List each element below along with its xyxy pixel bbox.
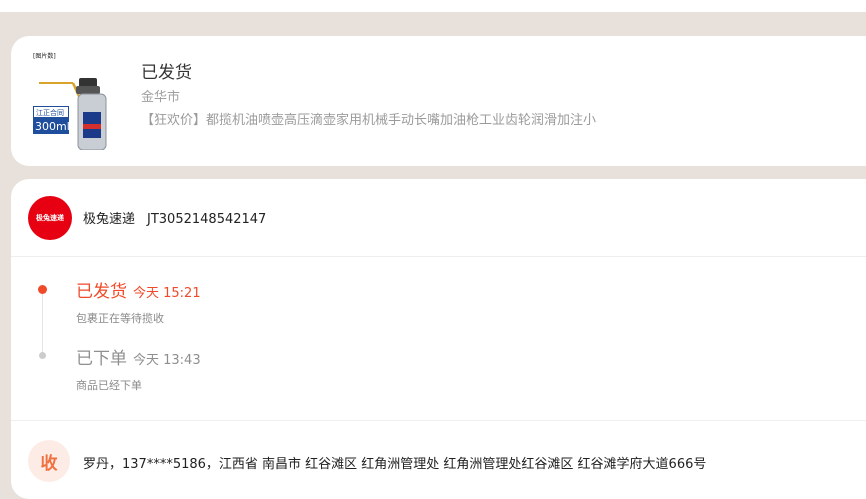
product-card[interactable]: [图片数] 江正合同 300ml 已发货 金华市 【狂欢价】都揽机油喷壶高压滴壶… (11, 36, 866, 166)
timeline-dot-active (38, 285, 47, 294)
shipping-city: 金华市 (141, 90, 181, 105)
timeline-dot (39, 352, 46, 359)
event-time: 今天 15:21 (133, 286, 201, 301)
carrier-name: 极兔速递 (83, 212, 136, 227)
product-image[interactable]: [图片数] 江正合同 300ml (31, 50, 111, 150)
timeline-line (42, 289, 43, 357)
order-status-title: 已发货 (141, 63, 192, 83)
divider (11, 256, 866, 257)
event-description: 商品已经下单 (76, 379, 142, 392)
logistics-card: 极兔速递 极兔速递 JT3052148542147 已发货 今天 15:21 包裹正… (11, 179, 866, 499)
event-title: 已下单 (76, 349, 127, 369)
timeline-event-title: 已发货 今天 15:21 (76, 277, 201, 302)
product-image-capacity: 300ml (35, 120, 70, 133)
event-time: 今天 13:43 (133, 353, 201, 368)
recipient-address: 罗丹，137****5186，江西省 南昌市 红谷滩区 红角洲管理处 红角洲管理… (83, 457, 707, 472)
event-description: 包裹正在等待揽收 (76, 312, 164, 325)
timeline-event-title: 已下单 今天 13:43 (76, 344, 201, 369)
product-image-label-mid: 江正合同 (36, 108, 64, 117)
top-strip (0, 0, 866, 12)
carrier-logo: 极兔速递 (28, 196, 72, 240)
recipient-icon: 收 (28, 440, 70, 482)
tracking-number[interactable]: JT3052148542147 (147, 212, 266, 227)
event-title: 已发货 (76, 282, 127, 302)
product-name[interactable]: 【狂欢价】都揽机油喷壶高压滴壶家用机械手动长嘴加油枪工业齿轮润滑加注小 (141, 109, 596, 128)
divider (11, 420, 866, 421)
carrier-info: 极兔速递 JT3052148542147 (83, 208, 266, 227)
product-image-label-top: [图片数] (33, 52, 56, 60)
